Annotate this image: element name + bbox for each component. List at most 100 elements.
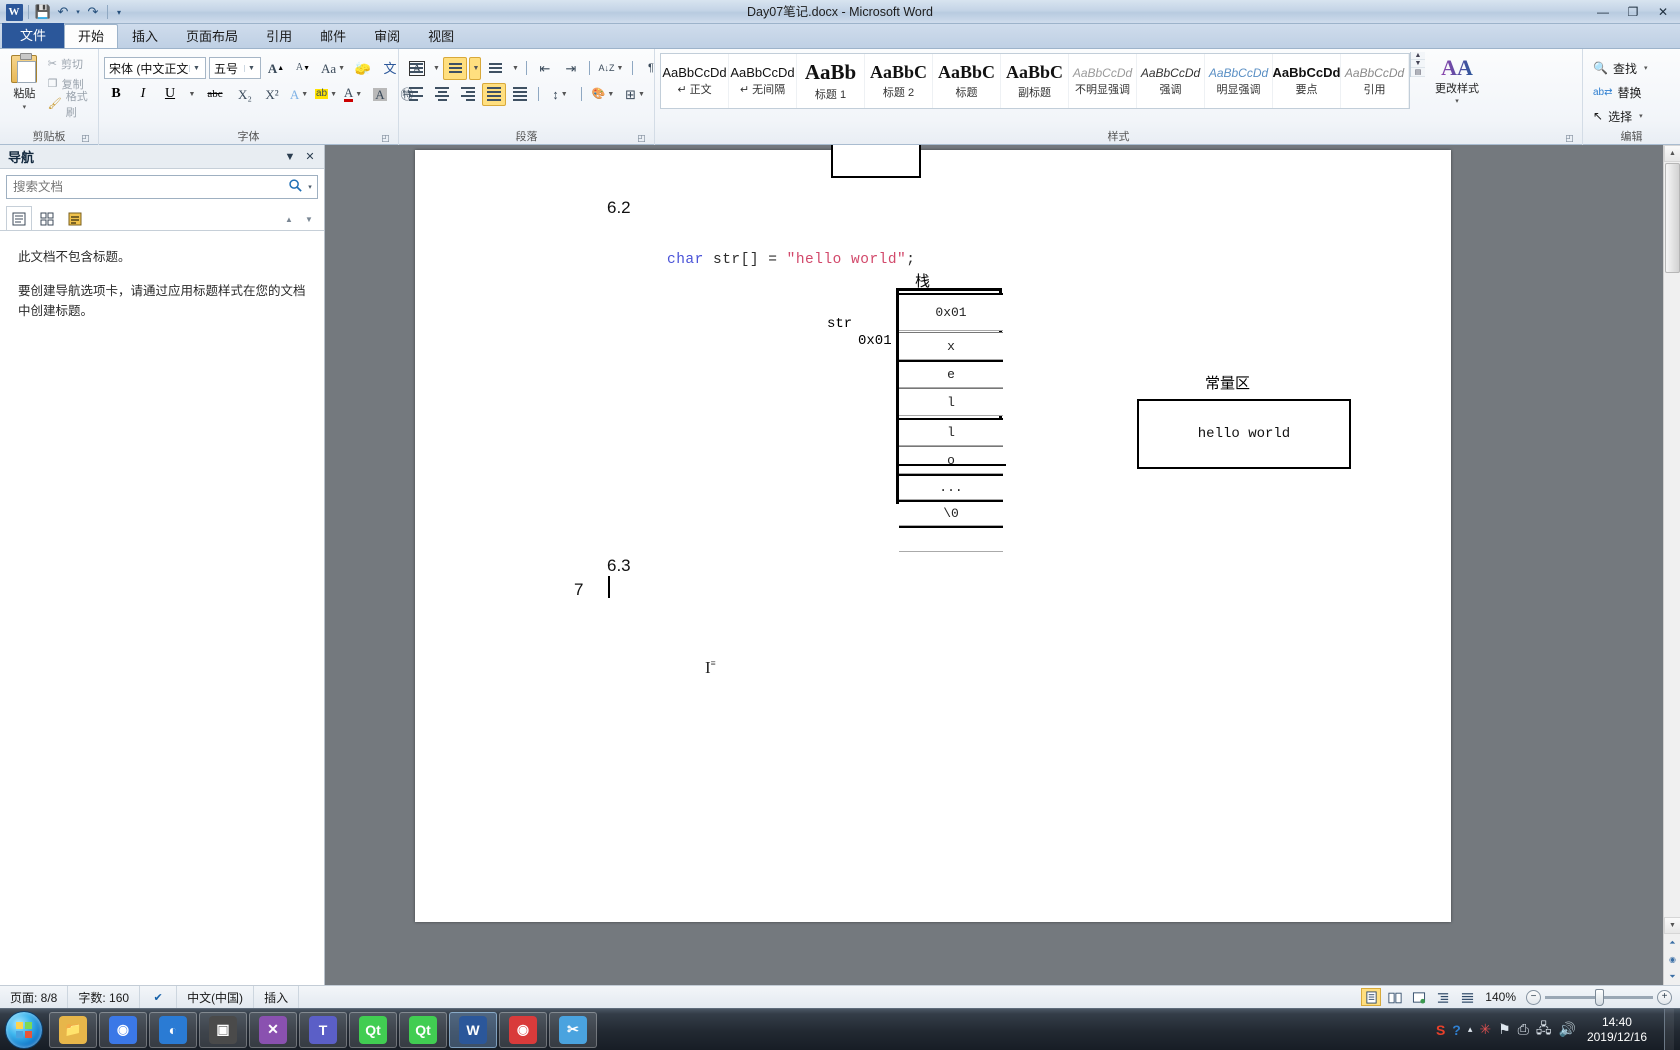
chevron-down-icon[interactable]: ▾ bbox=[1644, 64, 1648, 72]
grow-font-button[interactable]: A ▲ bbox=[264, 57, 288, 80]
taskbar-item-media-player[interactable]: ◉ bbox=[499, 1011, 547, 1048]
superscript-button[interactable]: X² bbox=[260, 83, 284, 106]
taskbar-item-chrome[interactable]: ◉ bbox=[99, 1011, 147, 1048]
zoom-slider[interactable]: − + bbox=[1526, 988, 1672, 1006]
navigation-search-box[interactable]: ▾ bbox=[6, 175, 318, 199]
navigation-pane-close-icon[interactable]: ✕ bbox=[300, 147, 320, 167]
styles-more-icon[interactable]: ▤ bbox=[1411, 68, 1425, 77]
bullets-button[interactable] bbox=[404, 57, 428, 80]
clipboard-dialog-launcher[interactable]: ◰ bbox=[80, 133, 91, 144]
proofing-status[interactable]: ✔ bbox=[140, 985, 178, 1009]
chevron-down-icon[interactable]: ▾ bbox=[1455, 97, 1459, 105]
nav-previous-icon[interactable]: ▲ bbox=[280, 208, 298, 230]
network-icon[interactable]: 🖧 bbox=[1536, 1018, 1552, 1042]
status-bar-right[interactable]: 140% − + bbox=[1361, 988, 1680, 1006]
show-desktop-button[interactable] bbox=[1664, 1008, 1674, 1050]
tray-expand-icon[interactable]: ▴ bbox=[1468, 1024, 1473, 1035]
tab-mailings[interactable]: 邮件 bbox=[306, 24, 360, 48]
navigation-pane-dropdown-icon[interactable]: ▼ bbox=[280, 147, 300, 167]
style-item-7[interactable]: AaBbCcDd 强调 bbox=[1137, 54, 1205, 108]
font-color-button[interactable]: A ▼ bbox=[341, 83, 365, 106]
removable-media-icon[interactable]: ⎙ bbox=[1518, 1021, 1529, 1038]
text-effects-button[interactable]: A ▼ bbox=[287, 83, 311, 106]
chevron-down-icon[interactable]: ▼ bbox=[607, 91, 614, 98]
replace-button[interactable]: ab⇄ 替换 bbox=[1588, 81, 1647, 103]
decrease-indent-button[interactable]: ⇤ bbox=[533, 57, 557, 80]
clear-formatting-button[interactable]: 🧽 bbox=[351, 57, 375, 80]
zoom-thumb[interactable] bbox=[1595, 988, 1604, 1006]
volume-icon[interactable]: 🔊 bbox=[1559, 1021, 1576, 1038]
tab-home[interactable]: 开始 bbox=[64, 24, 119, 48]
nav-tab-results[interactable] bbox=[62, 206, 88, 230]
character-shading-button[interactable]: A bbox=[368, 83, 392, 106]
chevron-down-icon[interactable]: ▼ bbox=[338, 65, 345, 72]
taskbar-item-qt-creator-2[interactable]: Qt bbox=[399, 1011, 447, 1048]
style-item-4[interactable]: AaBbC 标题 bbox=[933, 54, 1001, 108]
select-button[interactable]: ↖ 选择 ▾ bbox=[1588, 105, 1648, 127]
document-vertical-scrollbar[interactable]: ▲ ▼ ⏶ ◉ ⏷ bbox=[1663, 145, 1680, 985]
chevron-down-icon[interactable]: ▼ bbox=[330, 91, 337, 98]
underline-button[interactable]: U bbox=[158, 83, 182, 106]
align-right-button[interactable] bbox=[456, 83, 480, 106]
tab-view[interactable]: 视图 bbox=[414, 24, 468, 48]
draft-view-button[interactable] bbox=[1457, 988, 1477, 1006]
system-tray[interactable]: S ? ▴ ✳ ⚑ ⎙ 🖧 🔊 14:40 2019/12/16 bbox=[1436, 1008, 1680, 1050]
style-item-9[interactable]: AaBbCcDd 要点 bbox=[1273, 54, 1341, 108]
taskbar-item-word[interactable]: W bbox=[449, 1011, 497, 1048]
align-left-button[interactable] bbox=[404, 83, 428, 106]
tab-insert[interactable]: 插入 bbox=[118, 24, 172, 48]
bold-button[interactable]: B bbox=[104, 83, 128, 106]
tab-page-layout[interactable]: 页面布局 bbox=[172, 24, 252, 48]
style-item-1[interactable]: AaBbCcDd ↵ 无间隔 bbox=[729, 54, 797, 108]
full-screen-reading-view-button[interactable] bbox=[1385, 988, 1405, 1006]
style-item-0[interactable]: AaBbCcDd ↵ 正文 bbox=[661, 54, 729, 108]
styles-scroll-up-icon[interactable]: ▲ bbox=[1411, 52, 1425, 60]
multilevel-list-button[interactable] bbox=[483, 57, 507, 80]
sogou-input-icon[interactable]: S bbox=[1436, 1022, 1445, 1038]
style-item-8[interactable]: AaBbCcDd 明显强调 bbox=[1205, 54, 1273, 108]
scroll-up-button[interactable]: ▲ bbox=[1664, 145, 1680, 162]
insert-mode-indicator[interactable]: 插入 bbox=[254, 985, 300, 1009]
ribbon-tab-strip[interactable]: 文件 开始 插入 页面布局 引用 邮件 审阅 视图 bbox=[0, 23, 1680, 49]
tab-review[interactable]: 审阅 bbox=[360, 24, 414, 48]
scroll-down-button[interactable]: ▼ bbox=[1664, 917, 1680, 934]
taskbar-items[interactable]: 📁 ◉ ◐ ▣ ✕ T Qt Qt W ◉ ✂ bbox=[48, 1011, 598, 1048]
sort-button[interactable]: A↓Z ▼ bbox=[596, 57, 626, 80]
style-item-2[interactable]: AaBb 标题 1 bbox=[797, 54, 865, 108]
zoom-in-button[interactable]: + bbox=[1657, 989, 1672, 1005]
flag-action-center-icon[interactable]: ⚑ bbox=[1498, 1021, 1511, 1038]
chevron-down-icon[interactable]: ▼ bbox=[301, 91, 308, 98]
styles-dialog-launcher[interactable]: ◰ bbox=[1564, 133, 1575, 144]
print-layout-view-button[interactable] bbox=[1361, 988, 1382, 1006]
paste-caret-icon[interactable]: ▾ bbox=[23, 103, 27, 111]
document-page[interactable]: 6.2 char str[] = "hello world"; 栈 str 0x… bbox=[415, 145, 1451, 922]
page-indicator[interactable]: 页面: 8/8 bbox=[0, 985, 69, 1009]
justify-button[interactable] bbox=[482, 82, 506, 106]
start-button[interactable] bbox=[5, 1010, 43, 1049]
multilevel-caret[interactable]: ▼ bbox=[509, 57, 520, 80]
taskbar-clock[interactable]: 14:40 2019/12/16 bbox=[1583, 1015, 1657, 1045]
borders-button[interactable]: ⊞ ▼ bbox=[620, 83, 650, 106]
nav-tab-headings[interactable] bbox=[6, 206, 32, 230]
paragraph-dialog-launcher[interactable]: ◰ bbox=[636, 133, 647, 144]
close-button[interactable]: ✕ bbox=[1648, 2, 1678, 22]
taskbar-item-explorer[interactable]: 📁 bbox=[49, 1011, 97, 1048]
search-options-caret-icon[interactable]: ▾ bbox=[305, 183, 315, 191]
taskbar-item-teams[interactable]: T bbox=[299, 1011, 347, 1048]
chevron-down-icon[interactable]: ▼ bbox=[244, 64, 258, 72]
search-icon[interactable] bbox=[285, 178, 305, 196]
document-area[interactable]: 6.2 char str[] = "hello world"; 栈 str 0x… bbox=[326, 145, 1680, 985]
font-size-combo[interactable]: 五号 ▼ bbox=[209, 57, 261, 79]
taskbar-item-snip-tool[interactable]: ✂ bbox=[549, 1011, 597, 1048]
chevron-down-icon[interactable]: ▼ bbox=[617, 65, 624, 72]
chevron-down-icon[interactable]: ▼ bbox=[355, 91, 362, 98]
style-item-10[interactable]: AaBbCcDd 引用 bbox=[1341, 54, 1409, 108]
zoom-track[interactable] bbox=[1545, 988, 1653, 1006]
tab-file[interactable]: 文件 bbox=[2, 23, 65, 48]
chevron-down-icon[interactable]: ▼ bbox=[561, 91, 568, 98]
window-controls[interactable]: — ❐ ✕ bbox=[1588, 0, 1678, 24]
styles-scroll-down-icon[interactable]: ▼ bbox=[1411, 60, 1425, 68]
highlight-button[interactable]: ab ▼ bbox=[314, 83, 338, 106]
chevron-down-icon[interactable]: ▼ bbox=[189, 64, 203, 72]
navigation-pane-tabs[interactable]: ▲ ▼ bbox=[0, 203, 324, 231]
